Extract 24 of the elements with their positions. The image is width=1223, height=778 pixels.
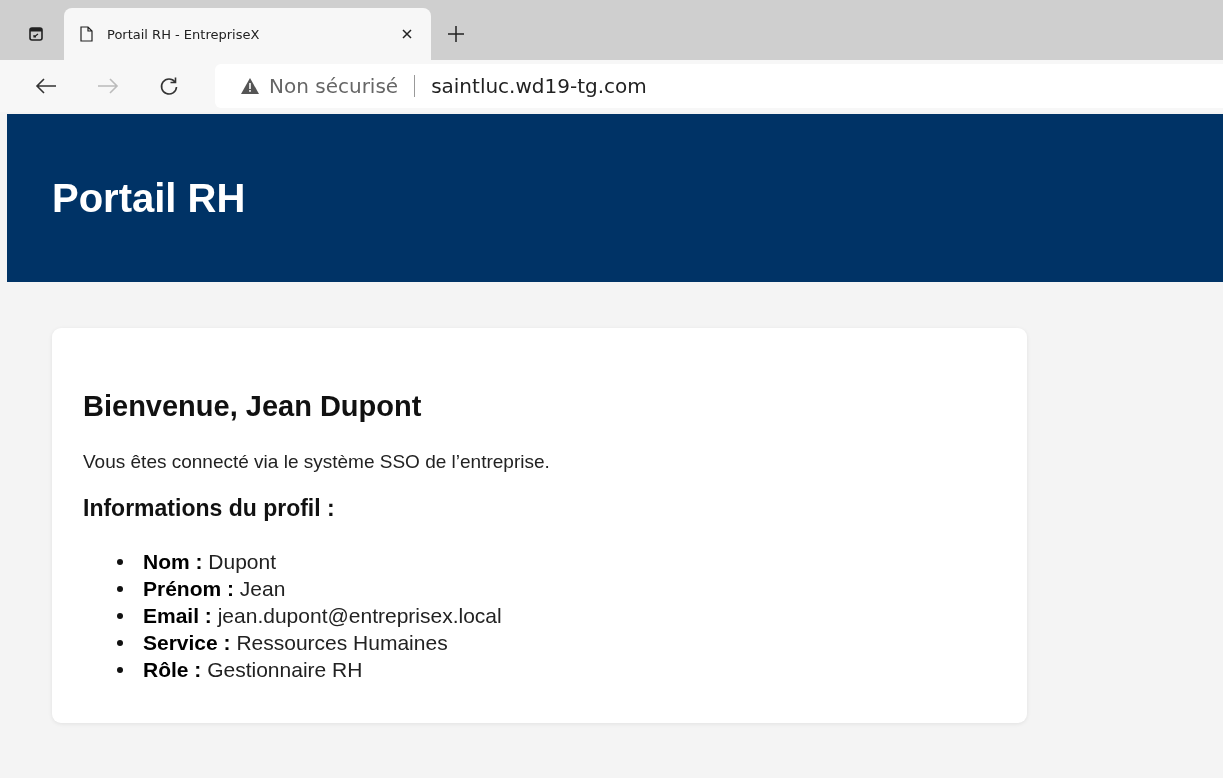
bullet-icon bbox=[117, 612, 123, 619]
welcome-heading: Bienvenue, Jean Dupont bbox=[83, 390, 423, 423]
close-icon[interactable] bbox=[401, 28, 413, 40]
back-icon[interactable] bbox=[35, 77, 57, 95]
security-label: Non sécurisé bbox=[269, 74, 399, 98]
site-title: Portail RH bbox=[52, 175, 246, 221]
profile-field: Rôle : Gestionnaire RH bbox=[143, 656, 363, 683]
reload-icon[interactable] bbox=[159, 76, 179, 96]
bullet-icon bbox=[117, 558, 123, 565]
browser-tab[interactable]: Portail RH - EntrepriseX bbox=[64, 8, 431, 60]
section-heading: Informations du profil : bbox=[83, 495, 336, 522]
bullet-icon bbox=[117, 585, 123, 592]
bullet-icon bbox=[117, 666, 123, 673]
new-tab-icon[interactable] bbox=[447, 25, 465, 43]
address-bar[interactable]: Non sécurisé saintluc.wd19-tg.com bbox=[215, 64, 1223, 108]
profile-field: Email : jean.dupont@entreprisex.local bbox=[143, 602, 502, 629]
bullet-icon bbox=[117, 639, 123, 646]
profile-field: Prénom : Jean bbox=[143, 575, 286, 602]
profile-field: Nom : Dupont bbox=[143, 548, 277, 575]
page-icon bbox=[80, 26, 93, 42]
url-text: saintluc.wd19-tg.com bbox=[431, 74, 647, 98]
profile-field: Service : Ressources Humaines bbox=[143, 629, 448, 656]
intro-text: Vous êtes connecté via le système SSO de l’entreprise. bbox=[83, 451, 551, 473]
warning-icon bbox=[241, 78, 259, 94]
